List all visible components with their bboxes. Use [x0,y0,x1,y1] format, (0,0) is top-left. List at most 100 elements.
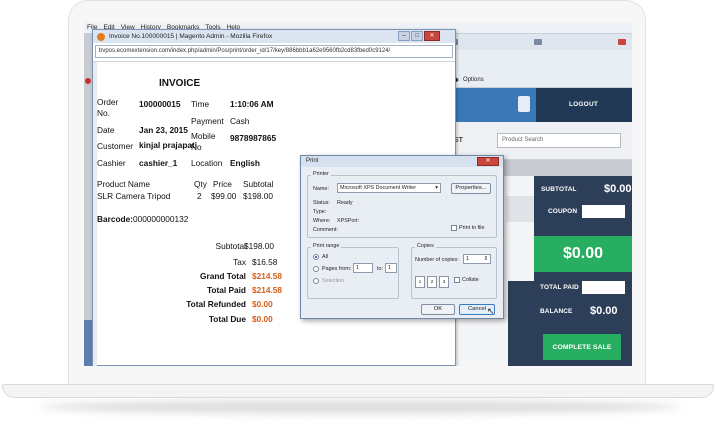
product-tile[interactable] [506,196,534,222]
coupon-input[interactable] [582,205,625,218]
comment-label: Comment: [313,227,338,233]
selection-radio[interactable] [313,278,319,284]
total-paid-label: TOTAL PAID [540,284,579,291]
minimize-icon[interactable]: – [398,31,410,41]
printer-name-select[interactable]: Microsoft XPS Document Writer ▾ [337,183,441,193]
properties-button[interactable]: Properties... [451,183,491,194]
left-blue-tab [84,320,92,366]
total-paid-label: Total Paid [206,285,246,295]
cashier-label: Cashier [97,158,126,168]
balance-label: BALANCE [540,308,573,315]
barcode-label: Barcode: [97,214,133,224]
maximize-icon[interactable] [534,39,542,45]
grand-total-value: $214.58 [252,271,282,281]
mobile-label: Mobile No [191,131,216,152]
close-icon[interactable]: ✕ [477,157,499,166]
invoice-window-title: Invoice No.100000015 | Magento Admin - M… [109,33,273,40]
from-input[interactable]: 1 [353,263,373,273]
spinner-icon[interactable]: ⇕ [483,256,488,262]
all-radio[interactable] [313,254,319,260]
laptop-screen: File Edit View History Bookmarks Tools H… [84,22,632,366]
pos-header: LOGOUT [446,88,632,122]
num-copies-value: 1 [466,256,469,262]
subtotal-value: $0.00 [604,183,632,195]
total-refunded-value: $0.00 [252,299,273,309]
all-label: All [322,254,328,260]
close-icon[interactable] [618,39,626,45]
pages-radio[interactable] [313,266,319,272]
grand-total-label: Grand Total [200,271,246,281]
logout-button[interactable]: LOGOUT [569,88,598,122]
where-label: Where: [313,218,331,224]
print-to-file-label: Print to file [459,225,485,231]
grand-total-display: $0.00 [534,236,632,272]
barcode-value: 000000000132 [132,214,189,224]
chevron-down-icon: ▾ [435,185,438,191]
cursor-icon: ↖ [487,306,495,316]
printer-group-label: Printer [311,171,331,177]
laptop-shadow [40,400,680,414]
item-price: $99.00 [211,191,237,201]
laptop-base [2,384,714,398]
item-name: SLR Camera Tripod [97,191,171,201]
barcode-row: Barcode:000000000132 [97,214,188,224]
pages-label: Pages [322,266,338,272]
time-label: Time [191,99,210,109]
total-paid-input[interactable] [582,281,625,294]
collate-page-icon: 1 [415,276,425,288]
date-value: Jan 23, 2015 [139,125,188,135]
subtotal-label: Subtotal [215,241,246,251]
calculator-icon[interactable] [518,96,530,112]
location-value: English [230,158,260,168]
item-subtotal: $198.00 [243,191,273,201]
total-due-value: $0.00 [252,314,273,324]
cashier-value: cashier_1 [139,158,178,168]
payment-label: Payment [191,116,224,126]
left-edge-strip [84,34,92,366]
close-icon[interactable]: ✕ [424,31,440,41]
customer-value: kinjal prajapati [139,140,198,150]
where-value: XPSPort: [337,218,360,224]
total-paid-value: $214.58 [252,285,282,295]
print-dialog: Print ✕ Printer Name: Microsoft XPS Docu… [300,155,504,319]
col-product-name: Product Name [97,179,151,189]
cart-panel-edge [508,281,534,366]
col-qty: Qty [194,179,207,189]
print-range-label: Print range [311,243,342,249]
ok-button[interactable]: OK [421,304,455,315]
payment-value: Cash [230,116,250,126]
selection-label: Selection [322,278,345,284]
status-value: Ready [337,200,353,206]
customer-label: Customer [97,141,133,151]
print-dialog-title[interactable]: Print [301,156,503,167]
printer-name-value: Microsoft XPS Document Writer [340,185,416,191]
options-button[interactable]: Options [463,77,484,84]
coupon-label: COUPON [548,208,578,215]
stop-icon [85,78,91,84]
tax-label: Tax [233,257,246,267]
browser-toolbar-options: ✱ Options [454,77,484,84]
invoice-heading: INVOICE [159,78,201,89]
maximize-icon[interactable]: □ [411,31,423,41]
tax-value: $16.58 [252,257,278,267]
collate-page-icon: 2 [427,276,437,288]
invoice-window-controls: – □ ✕ [398,31,440,41]
firefox-icon [97,32,105,41]
item-qty: 2 [197,191,202,201]
num-copies-input[interactable]: 1 ⇕ [463,254,491,264]
invoice-url-bar[interactable]: bvpos.ecomextension.com/index.php/admin/… [95,45,453,58]
total-refunded-label: Total Refunded [186,299,246,309]
order-label: Order No. [97,97,119,118]
collate-page-icon: 3 [439,276,449,288]
print-to-file-checkbox[interactable] [451,225,457,231]
to-input[interactable]: 1 [385,263,397,273]
time-value: 1:10:06 AM [230,99,274,109]
product-search-input[interactable]: Product Search [497,133,621,148]
mobile-value: 9878987865 [230,133,277,143]
type-label: Type: [313,209,327,215]
date-label: Date [97,125,115,135]
collate-checkbox[interactable] [454,277,460,283]
subtotal-value: $198.00 [244,241,274,251]
col-price: Price [213,179,232,189]
complete-sale-button[interactable]: COMPLETE SALE [543,334,621,360]
